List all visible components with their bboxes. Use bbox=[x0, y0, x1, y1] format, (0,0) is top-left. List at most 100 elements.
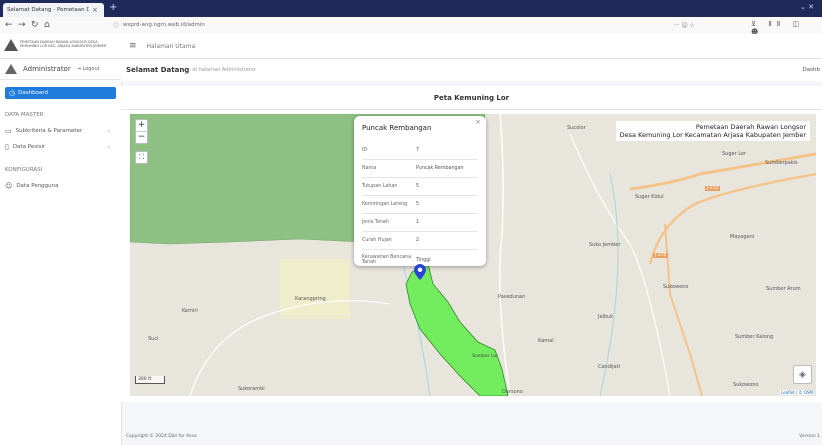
info-title: Pemetaan Daerah Rawan Longsor bbox=[695, 123, 806, 131]
version-text: Version 1 bbox=[799, 434, 820, 439]
card-title: Peta Kemuning Lor bbox=[121, 86, 822, 110]
chevron-left-icon: ‹ bbox=[107, 127, 110, 135]
popup-key: Curah Hujan bbox=[362, 238, 392, 243]
popup-row: Curah Hujan 2 bbox=[362, 232, 478, 250]
map-label-suger-lor: Suger Lor bbox=[722, 151, 747, 157]
section-konfigurasi: KONFIGURASI bbox=[5, 167, 43, 173]
sidebar-item-label: Dashboard bbox=[18, 90, 48, 96]
map-label-pasedunan: Pasedunan bbox=[498, 294, 526, 300]
sidebar-item-label: Data Pesisir bbox=[12, 144, 46, 150]
home-icon[interactable]: ⌂ bbox=[44, 20, 50, 30]
page-title: Selamat Datang bbox=[126, 66, 190, 74]
map-label-jelbuk: Jelbuk bbox=[598, 314, 614, 320]
map-canvas[interactable]: Sucolor Suger Lor Sumberpakis J-214 Suge… bbox=[130, 114, 816, 396]
marker-icon[interactable] bbox=[414, 264, 426, 280]
popup-value: 1 bbox=[416, 220, 420, 225]
map-attribution[interactable]: Leaflet | © OSM bbox=[780, 390, 814, 395]
tab-title: Selamat Datang - Pemetaan Daerah bbox=[7, 7, 89, 13]
field-area bbox=[280, 259, 350, 319]
new-tab-button[interactable]: + bbox=[109, 2, 117, 13]
map-card: Peta Kemuning Lor Sucolor Suger Lor Sumb… bbox=[121, 86, 822, 402]
popup-key: Tutupan Lahan bbox=[362, 184, 398, 189]
popup-row: Kemiringan Lereng 5 bbox=[362, 196, 478, 214]
sidebar-item-pengguna[interactable]: ☺ Data Pengguna bbox=[5, 181, 116, 191]
sidebar-item-dashboard[interactable]: ◷ Dashboard bbox=[5, 87, 116, 99]
dashboard-icon: ◷ bbox=[9, 89, 16, 97]
map-label-karangpring: Karangpring bbox=[295, 296, 326, 302]
map-label-suger-kidul: Suger Kidul bbox=[635, 194, 664, 200]
map-label-suci: Suci bbox=[148, 336, 159, 342]
popup-key: Jenis Tanah bbox=[362, 220, 389, 225]
popup-value: 7 bbox=[416, 148, 420, 153]
zoom-in-button[interactable]: + bbox=[136, 120, 147, 132]
sidebar-item-label: Subkriteria & Parameter bbox=[15, 128, 83, 134]
sidebar-brand[interactable]: PEMETAAN DAERAH RAWAN LONGSOR DESA KEMUN… bbox=[0, 34, 121, 59]
sidebar: PEMETAAN DAERAH RAWAN LONGSOR DESA KEMUN… bbox=[0, 34, 122, 445]
map-label-sumberpakis: Sumberpakis bbox=[765, 160, 798, 166]
map-label-sukowono: Sukowono bbox=[663, 284, 689, 290]
map-popup: × Puncak Rembangan ID 7 Nama Puncak Remb… bbox=[354, 116, 486, 266]
url-bar[interactable]: ⓘ wsprd-ang.ngm.web.id/admin ··· ☺ ☆ bbox=[113, 19, 695, 31]
layers-icon: ◈ bbox=[799, 369, 806, 380]
hamburger-icon[interactable]: ≡ bbox=[129, 41, 137, 51]
url-text: wsprd-ang.ngm.web.id/admin bbox=[123, 22, 205, 28]
zoom-control: + − bbox=[135, 119, 148, 144]
map-label-kemiri: Kemiri bbox=[182, 308, 198, 314]
browser-toolbar: ← → ↻ ⌂ ⓘ wsprd-ang.ngm.web.id/admin ···… bbox=[0, 17, 822, 36]
sidebar-item-label: Data Pengguna bbox=[16, 183, 59, 189]
popup-title: Puncak Rembangan bbox=[362, 124, 432, 132]
popup-row: Jenis Tanah 1 bbox=[362, 214, 478, 232]
popup-key: Nama bbox=[362, 166, 377, 171]
page-subtitle: di halaman Administrator bbox=[192, 67, 256, 73]
map-label-kamal: Kamal bbox=[538, 338, 554, 344]
popup-key: Kemiringan Lereng bbox=[362, 202, 408, 207]
fullscreen-button[interactable]: ⛶ bbox=[135, 151, 148, 164]
scale-bar: 300 ft bbox=[135, 376, 165, 384]
page-actions[interactable]: ··· ☺ ☆ bbox=[674, 22, 695, 29]
map-label-sumber-kalong: Sumber Kalong bbox=[735, 334, 774, 340]
sidebar-item-subkriteria[interactable]: ▭ Subkriteria & Parameter ‹ bbox=[5, 126, 116, 136]
popup-value: 5 bbox=[416, 184, 420, 189]
map-label-darsono: Darsono bbox=[502, 389, 523, 395]
map-label-j214: J-214 bbox=[705, 186, 721, 191]
logout-link[interactable]: ⇥ Logout bbox=[77, 66, 100, 72]
popup-value: Puncak Rembangan bbox=[416, 166, 464, 171]
info-subtitle: Desa Kemuning Lor Kecamatan Arjasa Kabup… bbox=[619, 131, 806, 139]
map-info-box: Pemetaan Daerah Rawan Longsor Desa Kemun… bbox=[615, 121, 810, 141]
document-icon: ▯ bbox=[5, 143, 9, 151]
section-data-master: DATA MASTER bbox=[5, 112, 44, 118]
logout-label: Logout bbox=[82, 65, 100, 72]
logo-icon bbox=[4, 39, 18, 51]
user-name: Administrator bbox=[23, 64, 71, 73]
copyright-text: Copyright © 2024 Dibi for Assa bbox=[126, 434, 197, 439]
window-controls-icon[interactable]: ⌄ ✕ bbox=[800, 3, 814, 11]
zoom-out-button[interactable]: − bbox=[136, 132, 147, 143]
tab-close-icon[interactable]: × bbox=[92, 6, 98, 14]
map-label-candijati: Candijati bbox=[598, 364, 621, 370]
popup-close-icon[interactable]: × bbox=[475, 118, 481, 126]
reload-icon[interactable]: ↻ bbox=[31, 20, 39, 30]
map-label-j216: J-216 bbox=[653, 253, 669, 258]
map-label-sumber-lor: Sumber Lor bbox=[472, 354, 499, 359]
layers-button[interactable]: ◈ bbox=[793, 365, 812, 384]
home-link[interactable]: Halaman Utama bbox=[147, 43, 196, 50]
popup-value: 2 bbox=[416, 238, 420, 243]
popup-table: ID 7 Nama Puncak Rembangan Tutupan Lahan… bbox=[362, 142, 478, 270]
brand-text: PEMETAAN DAERAH RAWAN LONGSOR DESA KEMUN… bbox=[20, 40, 107, 48]
map-label-sukowono-2: Sukowono bbox=[733, 382, 759, 388]
avatar bbox=[5, 63, 17, 74]
sidebar-item-pesisir[interactable]: ▯ Data Pesisir ‹ bbox=[5, 142, 116, 152]
map-label-suko-jember: Suko Jember bbox=[589, 242, 621, 248]
breadcrumb[interactable]: Dashb bbox=[803, 67, 820, 73]
forward-icon[interactable]: → bbox=[18, 20, 26, 30]
popup-key: ID bbox=[362, 148, 368, 153]
browser-tab-bar: Selamat Datang - Pemetaan Daerah × + ⌄ ✕ bbox=[0, 0, 822, 17]
chevron-left-icon: ‹ bbox=[107, 143, 110, 151]
site-info-icon[interactable]: ⓘ bbox=[113, 21, 119, 30]
map-label-sumber-arum: Sumber Arum bbox=[766, 286, 801, 292]
top-navbar: ≡ Halaman Utama bbox=[121, 34, 822, 59]
browser-tab[interactable]: Selamat Datang - Pemetaan Daerah × bbox=[3, 3, 104, 17]
popup-row: Nama Puncak Rembangan bbox=[362, 160, 478, 178]
popup-key: Kerawanan Bencana Tanah bbox=[362, 254, 412, 266]
back-icon[interactable]: ← bbox=[5, 20, 13, 30]
